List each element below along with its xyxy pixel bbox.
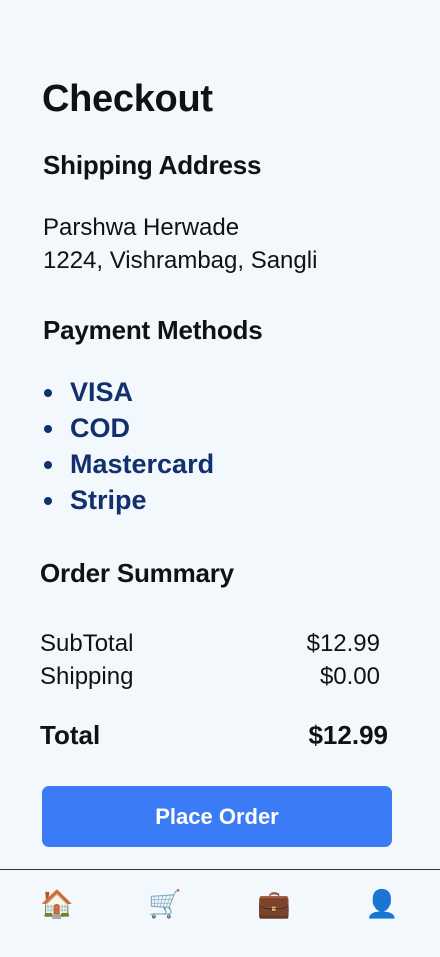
tab-profile[interactable]: 👤: [362, 884, 402, 924]
payment-method-label: COD: [70, 413, 130, 443]
bullet-icon: [44, 425, 52, 433]
bullet-icon: [44, 497, 52, 505]
tab-home[interactable]: 🏠: [37, 884, 77, 924]
briefcase-icon: 💼: [257, 888, 291, 920]
shipping-street: 1224, Vishrambag, Sangli: [43, 247, 318, 274]
subtotal-row: SubTotal $12.99: [40, 630, 380, 658]
home-icon: 🏠: [40, 888, 74, 920]
total-row: Total $12.99: [40, 720, 388, 751]
payment-method-stripe[interactable]: Stripe: [42, 482, 214, 518]
payment-method-visa[interactable]: VISA: [42, 374, 214, 410]
shipping-label: Shipping: [40, 663, 134, 690]
cart-icon: 🛒: [148, 888, 182, 920]
tab-cart[interactable]: 🛒: [145, 884, 185, 924]
payment-method-label: Stripe: [70, 485, 147, 515]
shipping-address-heading: Shipping Address: [43, 150, 262, 180]
order-summary-heading: Order Summary: [40, 558, 234, 588]
shipping-value: $0.00: [319, 663, 380, 690]
payment-methods-list: VISA COD Mastercard Stripe: [42, 374, 214, 518]
payment-methods-heading: Payment Methods: [43, 315, 263, 345]
total-value: $12.99: [308, 720, 388, 750]
shipping-address-block: Parshwa Herwade 1224, Vishrambag, Sangli: [43, 211, 317, 277]
payment-method-mastercard[interactable]: Mastercard: [42, 446, 214, 482]
payment-method-label: VISA: [70, 377, 134, 407]
payment-method-label: Mastercard: [70, 449, 215, 479]
subtotal-value: $12.99: [306, 630, 380, 657]
page-title: Checkout: [42, 78, 213, 120]
bottom-tab-bar: 🏠 🛒 💼 👤: [0, 869, 440, 957]
bullet-icon: [44, 389, 52, 397]
profile-icon: 👤: [365, 888, 399, 920]
shipping-row: Shipping $0.00: [40, 663, 380, 691]
shipping-name: Parshwa Herwade: [43, 214, 240, 241]
total-label: Total: [40, 720, 101, 750]
payment-method-cod[interactable]: COD: [42, 410, 214, 446]
subtotal-label: SubTotal: [40, 630, 134, 657]
place-order-button[interactable]: Place Order: [42, 786, 392, 847]
bullet-icon: [44, 461, 52, 469]
tab-orders[interactable]: 💼: [254, 884, 294, 924]
